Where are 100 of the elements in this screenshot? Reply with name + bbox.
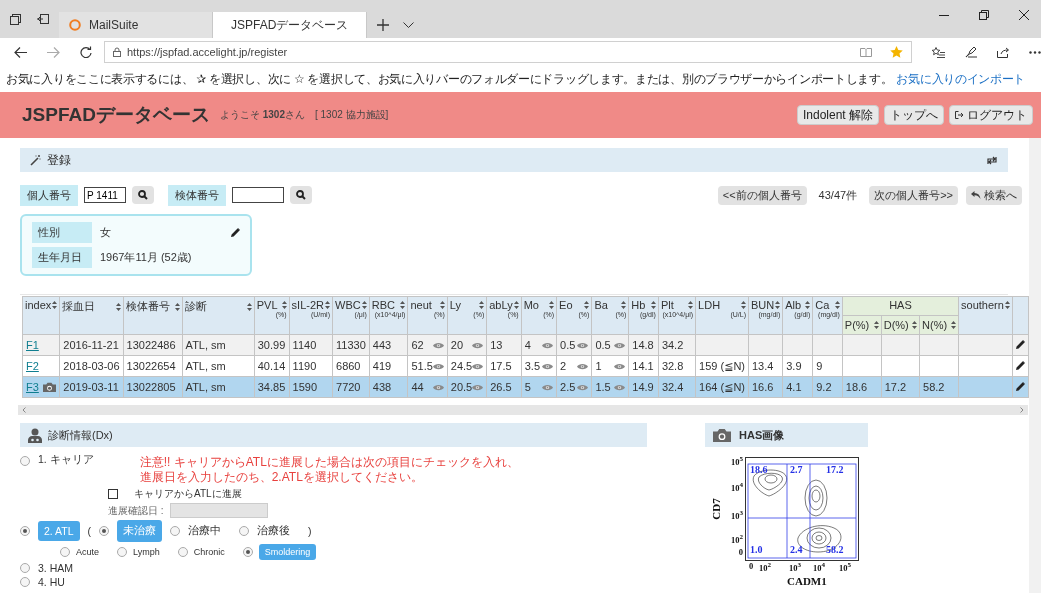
radio-button[interactable] (242, 547, 253, 557)
option-label[interactable]: 1. キャリア (38, 453, 94, 467)
eye-icon[interactable] (614, 362, 626, 370)
restore-icon[interactable] (979, 10, 989, 20)
next-button[interactable]: 次の個人番号>> (869, 185, 958, 205)
address-bar[interactable]: https://jspfad.accelight.jp/register (104, 41, 912, 63)
pencil-icon[interactable] (1015, 361, 1025, 370)
browser-tab[interactable]: JSPFADデータベース (213, 12, 367, 38)
import-favorites-link[interactable]: お気に入りのインポート (896, 70, 1026, 88)
column-header[interactable]: RBC (371, 299, 400, 311)
option-label[interactable]: Acute (76, 547, 99, 557)
chevron-left-icon[interactable] (22, 407, 26, 413)
sort-icon[interactable] (741, 301, 746, 309)
radio-button[interactable] (170, 526, 181, 536)
more-icon[interactable] (1029, 50, 1041, 54)
column-header[interactable]: BUN (751, 299, 775, 311)
eye-icon[interactable] (472, 341, 484, 349)
radio-button[interactable] (177, 547, 188, 557)
radio-button[interactable] (20, 526, 30, 536)
share-icon[interactable] (997, 46, 1009, 58)
pencil-icon[interactable] (231, 227, 240, 237)
chevron-right-icon[interactable] (1020, 407, 1024, 413)
camera-icon[interactable] (42, 381, 56, 393)
radio-button[interactable] (117, 547, 127, 557)
column-header[interactable]: LDH (698, 299, 740, 311)
sort-icon[interactable] (174, 302, 180, 311)
column-header[interactable]: Ly (449, 299, 479, 311)
option-label[interactable]: Lymph (133, 547, 160, 557)
row-link[interactable]: F1 (26, 339, 39, 351)
tabs-aside-icon[interactable] (37, 14, 49, 24)
sort-icon[interactable] (513, 301, 519, 309)
sort-icon[interactable] (361, 301, 367, 309)
radio-button[interactable] (60, 547, 70, 557)
column-header[interactable]: neut (410, 299, 439, 311)
radio-button[interactable] (20, 456, 30, 466)
eye-icon[interactable] (577, 341, 589, 349)
refresh-icon[interactable] (80, 46, 92, 58)
option-label[interactable]: Chronic (193, 547, 225, 557)
search-field[interactable]: P 1411 (84, 187, 126, 203)
eye-icon[interactable] (614, 341, 626, 349)
column-header[interactable]: abLy (489, 299, 513, 311)
favorites-list-icon[interactable] (932, 46, 945, 58)
table-row[interactable]: F2 2018-03-06 13022654 ATL, sm 40.14 1190 6860 419 51.5 24.5 17.5 3.5 2 1 14.1 32.8 159 (≦N) 13.4 3.9 9 (22, 355, 1029, 377)
eye-icon[interactable] (432, 341, 444, 349)
search-button[interactable] (290, 186, 312, 204)
column-header[interactable]: Ca (815, 299, 834, 311)
header-button[interactable]: Indolent 解除 (796, 105, 879, 125)
pencil-icon[interactable] (1015, 340, 1025, 349)
column-header[interactable]: WBC (335, 299, 361, 311)
search-button[interactable] (132, 186, 154, 204)
sort-icon[interactable] (1004, 301, 1010, 309)
eye-icon[interactable] (542, 341, 554, 349)
camera-icon[interactable] (713, 427, 731, 443)
table-row[interactable]: F1 2016-11-21 13022486 ATL, sm 30.99 1140 11330 443 62 20 13 4 0.5 0.5 14.8 34.2 (22, 334, 1029, 356)
book-icon[interactable] (860, 47, 872, 57)
option-label[interactable]: 4. HU (38, 576, 65, 588)
browser-tab[interactable]: MailSuite (59, 12, 213, 38)
pen-icon[interactable] (965, 46, 977, 58)
close-icon[interactable] (1019, 10, 1029, 20)
column-header[interactable]: Mo (523, 299, 549, 311)
column-header[interactable]: sIL-2R (291, 299, 324, 311)
pencil-icon[interactable] (1015, 382, 1025, 391)
row-link[interactable]: F2 (26, 360, 39, 372)
sort-icon[interactable] (650, 301, 656, 309)
new-tab-icon[interactable] (377, 19, 389, 31)
chevron-down-icon[interactable] (403, 21, 414, 29)
column-header[interactable]: Hb (631, 299, 650, 311)
eye-icon[interactable] (472, 362, 484, 370)
back-arrow-icon[interactable] (14, 46, 27, 58)
radio-button[interactable] (20, 563, 30, 573)
tab-overview-icon[interactable] (10, 13, 21, 25)
column-header[interactable]: Plt (660, 299, 688, 311)
option-label[interactable]: 治療後 (257, 524, 291, 538)
back-to-search-button[interactable]: 検索へ (966, 185, 1022, 205)
column-header[interactable]: Eo (559, 299, 584, 311)
header-button[interactable]: トップへ (884, 105, 944, 125)
sort-icon[interactable] (325, 301, 330, 309)
radio-button[interactable] (20, 577, 30, 587)
date-field[interactable] (169, 503, 268, 518)
sort-icon[interactable] (439, 301, 445, 309)
logout-button[interactable]: ログアウト (949, 105, 1033, 125)
radio-button[interactable] (99, 526, 110, 536)
option-label[interactable]: 治療中 (188, 524, 222, 538)
option-label[interactable]: 3. HAM (38, 562, 73, 574)
table-row[interactable]: F3 2019-03-11 13022805 ATL, sm 34.85 1590 7720 438 44 20.5 26.5 5 2.5 1.5 14.9 32.4 164 (≦N) 16.6 4.1 9.2 18.6 17.2 58.2 (22, 376, 1029, 398)
previous-button[interactable]: <<前の個人番号 (717, 185, 807, 205)
sort-icon[interactable] (834, 301, 840, 309)
checkbox[interactable] (108, 489, 118, 499)
column-header[interactable]: Alb (785, 299, 805, 311)
eye-icon[interactable] (432, 362, 444, 370)
collapse-icon[interactable] (986, 155, 998, 165)
eye-icon[interactable] (577, 362, 589, 370)
checkbox-label[interactable]: キャリアからATLに進展 (134, 487, 242, 501)
sort-icon[interactable] (115, 302, 121, 311)
sort-icon[interactable] (873, 321, 879, 329)
column-header[interactable]: Ba (594, 299, 621, 311)
search-field[interactable] (232, 187, 284, 203)
column-header[interactable]: PVL (256, 299, 281, 311)
sort-icon[interactable] (281, 301, 287, 309)
search-icon[interactable] (138, 190, 148, 200)
